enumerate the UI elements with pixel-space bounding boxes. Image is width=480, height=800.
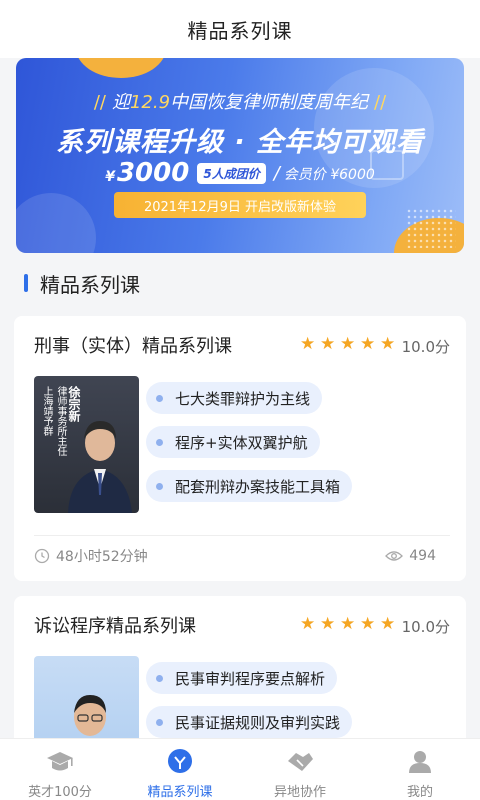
rating-stars: ★ ★ ★ ★ ★ — [300, 614, 396, 634]
banner-tagline: //迎12.9中国恢复律师制度周年纪// — [93, 92, 387, 113]
group-price: ¥3000 — [105, 158, 190, 188]
member-price: / 会员价 ¥6000 — [273, 162, 375, 184]
course-tags: 七大类罪辩护为主线 程序+实体双翼护航 配套刑辩办案技能工具箱 — [146, 382, 353, 514]
section-title: 精品系列课 — [40, 272, 140, 297]
banner-decoration — [406, 208, 456, 248]
rating-stars: ★ ★ ★ ★ ★ — [300, 334, 396, 354]
tab-talent-100[interactable]: 英才100分 — [0, 739, 120, 800]
card-footer: 48小时52分钟 494 — [34, 546, 436, 566]
star-icon: ★ — [340, 614, 356, 634]
banner-price-line: ¥3000 5人成团价 / 会员价 ¥6000 — [16, 158, 464, 188]
card-divider — [34, 535, 450, 536]
section-header: 精品系列课 — [24, 270, 140, 297]
course-card[interactable]: 刑事（实体）精品系列课 ★ ★ ★ ★ ★ 10.0分 上海靖予群 律师事务所主… — [14, 316, 466, 581]
banner-decoration — [16, 193, 96, 253]
course-tag: 民事审判程序要点解析 — [146, 662, 338, 694]
section-accent-bar — [24, 274, 28, 292]
course-views: 494 — [385, 548, 436, 564]
tab-label: 精品系列课 — [147, 785, 213, 800]
course-tags: 民事审判程序要点解析 民事证据规则及审判实践 — [146, 662, 353, 750]
star-icon: ★ — [380, 334, 396, 354]
course-tag: 民事证据规则及审判实践 — [146, 706, 353, 738]
star-icon: ★ — [320, 334, 336, 354]
bottom-tab-bar: 英才100分 精品系列课 异地协作 我的 — [0, 738, 480, 800]
handshake-icon — [285, 747, 315, 777]
lightbulb-icon — [165, 747, 195, 777]
tab-remote-collab[interactable]: 异地协作 — [240, 739, 360, 800]
course-duration: 48小时52分钟 — [34, 546, 148, 566]
banner-decoration — [76, 58, 166, 78]
eye-icon — [385, 551, 404, 561]
course-tag: 七大类罪辩护为主线 — [146, 382, 323, 414]
banner-headline: 系列课程升级 · 全年均可观看 — [55, 127, 425, 158]
group-price-tag: 5人成团价 — [197, 162, 266, 184]
star-icon: ★ — [360, 334, 376, 354]
course-title: 诉讼程序精品系列课 — [34, 616, 196, 637]
star-icon: ★ — [300, 334, 316, 354]
clock-icon — [34, 548, 50, 564]
star-icon: ★ — [340, 334, 356, 354]
course-score: 10.0分 — [401, 618, 450, 636]
graduation-cap-icon — [45, 747, 75, 777]
course-score: 10.0分 — [401, 338, 450, 356]
course-tag: 配套刑辩办案技能工具箱 — [146, 470, 353, 502]
tab-premium-series[interactable]: 精品系列课 — [120, 739, 240, 800]
teacher-org: 上海靖予群 — [41, 386, 52, 436]
course-thumbnail[interactable]: 上海靖予群 律师事务所主任 徐宗新 — [34, 376, 139, 513]
course-tag: 程序+实体双翼护航 — [146, 426, 320, 458]
star-icon: ★ — [300, 614, 316, 634]
course-title: 刑事（实体）精品系列课 — [34, 336, 232, 357]
star-icon: ★ — [360, 614, 376, 634]
promo-banner[interactable]: //迎12.9中国恢复律师制度周年纪// 系列课程升级 · 全年均可观看 ¥30… — [16, 58, 464, 253]
star-icon: ★ — [320, 614, 336, 634]
teacher-photo — [68, 421, 132, 513]
page-title: 精品系列课 — [187, 18, 293, 43]
tab-label: 异地协作 — [273, 785, 326, 800]
banner-date-bar: 2021年12月9日 开启改版新体验 — [114, 192, 366, 218]
tab-label: 英才100分 — [28, 785, 92, 800]
user-icon — [405, 747, 435, 777]
star-icon: ★ — [380, 614, 396, 634]
tab-mine[interactable]: 我的 — [360, 739, 480, 800]
top-bar: 精品系列课 — [0, 0, 480, 58]
tab-label: 我的 — [406, 785, 433, 800]
